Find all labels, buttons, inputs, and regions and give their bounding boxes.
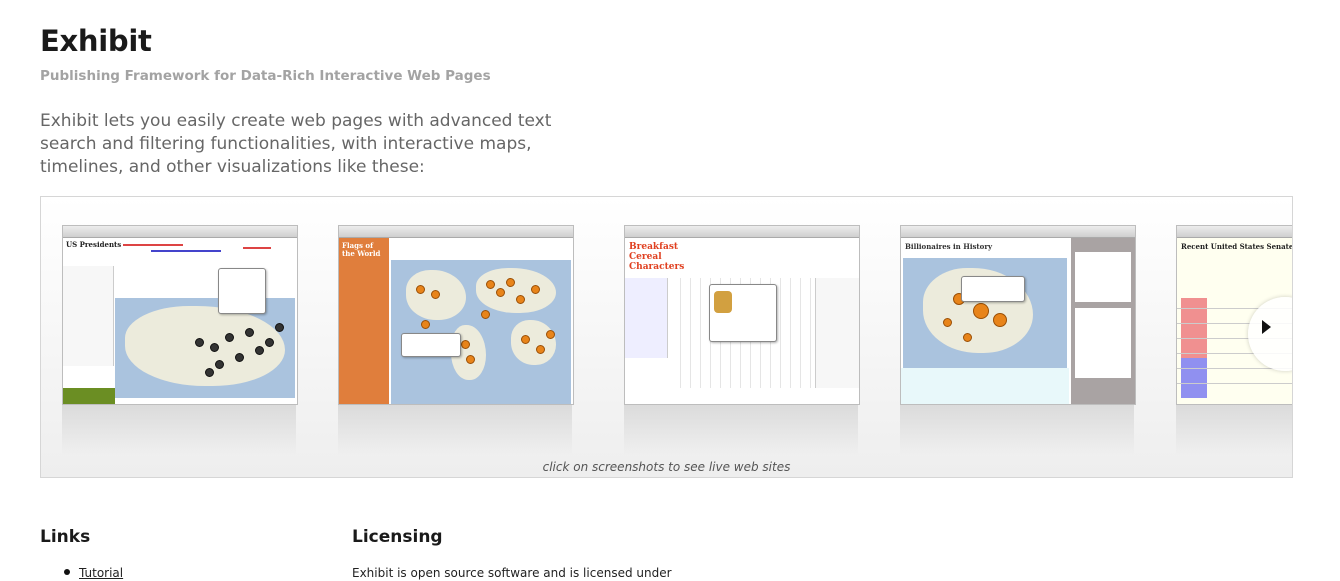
flags-sidebar: Flags of the World: [339, 238, 389, 404]
list-item: Tutorial: [64, 565, 123, 581]
timeline-bar: [123, 244, 183, 246]
chevron-right-icon: [1262, 320, 1271, 334]
map-thumb: [63, 388, 115, 404]
reflection: [900, 405, 1134, 455]
gallery-caption: click on screenshots to see live web sit…: [542, 460, 791, 474]
licensing-heading: Licensing: [352, 527, 443, 547]
browser-chrome: [625, 226, 859, 238]
character-popup: [709, 284, 777, 342]
facet-panel: [63, 266, 114, 366]
map: [115, 298, 295, 398]
browser-chrome: [63, 226, 297, 238]
reflection: [62, 405, 296, 455]
screenshot-title: Billionaires in History: [905, 242, 993, 251]
table-column: [1181, 298, 1207, 358]
screenshot-gallery: US Presidents Flags of the World Breakfa…: [40, 196, 1293, 478]
screenshot-flags-of-the-world[interactable]: Flags of the World: [338, 225, 574, 405]
map-popup: [401, 333, 461, 357]
screenshot-title: Recent United States Senate Bills: [1181, 242, 1293, 251]
map: [391, 260, 571, 404]
facet-panel: [625, 278, 668, 358]
reflection: [338, 405, 572, 455]
screenshot-title: Flags of the World: [342, 241, 381, 258]
screenshot-body: Billionaires in History: [901, 238, 1135, 404]
bullet-icon: [64, 569, 70, 575]
screenshot-title: Breakfast Cereal Characters: [629, 242, 685, 272]
reflection: [1176, 405, 1292, 455]
map: [903, 258, 1067, 368]
timeline-bar: [243, 247, 271, 249]
table-column: [1181, 358, 1207, 398]
screenshot-title: US Presidents: [66, 240, 122, 249]
browser-chrome: [1177, 226, 1292, 238]
screenshot-body: Breakfast Cereal Characters: [625, 238, 859, 404]
page-title: Exhibit: [40, 24, 152, 58]
screenshot-body: Flags of the World: [339, 238, 573, 404]
page-subtitle: Publishing Framework for Data-Rich Inter…: [40, 68, 491, 84]
reflection: [624, 405, 858, 455]
billionaires-sidebar: [1071, 238, 1135, 404]
links-heading: Links: [40, 527, 91, 547]
licensing-text: Exhibit is open source software and is l…: [352, 566, 672, 580]
facet-panel: [815, 278, 859, 388]
size-legend: [901, 368, 1069, 404]
screenshot-body: US Presidents: [63, 238, 297, 404]
screenshot-cereal-characters[interactable]: Breakfast Cereal Characters: [624, 225, 860, 405]
screenshot-billionaires[interactable]: Billionaires in History: [900, 225, 1136, 405]
intro-paragraph: Exhibit lets you easily create web pages…: [40, 111, 552, 177]
links-list: Tutorial: [64, 565, 123, 581]
browser-chrome: [901, 226, 1135, 238]
tutorial-link[interactable]: Tutorial: [79, 566, 123, 580]
timeline-bar: [151, 250, 221, 252]
map-popup: [218, 268, 266, 314]
map-popup: [961, 276, 1025, 302]
screenshot-us-presidents[interactable]: US Presidents: [62, 225, 298, 405]
browser-chrome: [339, 226, 573, 238]
